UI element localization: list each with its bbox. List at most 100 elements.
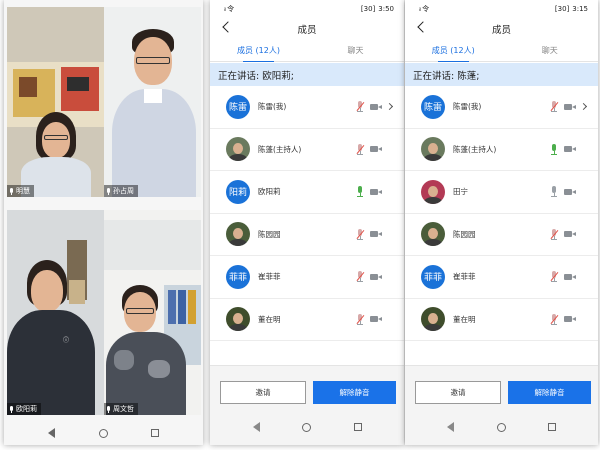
title-bar: 成员 <box>210 18 404 40</box>
battery-level: [30] <box>554 5 570 13</box>
recents-nav-icon[interactable] <box>547 423 556 431</box>
chevron-right-icon[interactable] <box>579 102 588 111</box>
back-arrow-icon[interactable] <box>417 21 429 33</box>
page-title: 成员 <box>491 25 511 36</box>
microphone-icon[interactable] <box>550 186 558 198</box>
camera-icon[interactable] <box>370 188 382 196</box>
back-nav-icon[interactable] <box>47 428 55 438</box>
muted-microphone-icon[interactable] <box>550 271 558 283</box>
muted-microphone-icon[interactable] <box>550 101 558 113</box>
video-tile[interactable]: ⓘ 欧阳莉 <box>7 210 104 415</box>
home-nav-icon[interactable] <box>98 428 108 438</box>
member-row[interactable]: 陈蓬(主持人) <box>210 129 404 171</box>
member-row[interactable]: 菲菲 崔菲菲 <box>210 256 404 299</box>
member-row[interactable]: 田宁 <box>405 171 598 214</box>
signal-icon: ᵢₗ 令 <box>224 5 234 13</box>
camera-icon[interactable] <box>370 230 382 238</box>
microphone-icon[interactable] <box>550 143 558 155</box>
member-row[interactable]: 董在明 <box>210 299 404 341</box>
chevron-right-icon[interactable] <box>385 102 394 111</box>
member-row[interactable]: 董在明 <box>405 299 598 341</box>
avatar <box>226 137 250 162</box>
tab-bar: 成员 (12人) 聊天 <box>405 40 598 62</box>
unmute-all-button[interactable]: 解除静音 <box>313 381 396 404</box>
camera-icon[interactable] <box>564 103 576 111</box>
members-screen: ᵢₗ 令 [30] 3:15 成员成员 (12人) 聊天 正在讲话: 陈蓬; 陈雷 陈雷(我)… <box>405 0 598 445</box>
member-name: 陈园园 <box>258 229 281 239</box>
muted-microphone-icon[interactable] <box>550 313 558 325</box>
camera-icon[interactable] <box>370 145 382 153</box>
camera-icon[interactable] <box>370 315 382 323</box>
participant-label: 欧阳莉 <box>7 403 41 415</box>
camera-icon[interactable] <box>564 145 576 153</box>
member-row[interactable]: 陈园园 <box>405 214 598 256</box>
home-nav-icon[interactable] <box>496 422 506 432</box>
video-tile[interactable]: 明慧 <box>7 7 104 197</box>
avatar <box>421 137 445 162</box>
microphone-icon <box>106 405 111 413</box>
tab-members[interactable]: 成员 (12人) <box>405 40 502 62</box>
muted-microphone-icon[interactable] <box>356 271 364 283</box>
speaking-indicator: 正在讲话: 欧阳莉; <box>210 63 404 86</box>
member-name: 陈雷(我) <box>258 102 287 112</box>
status-time: 3:15 <box>572 5 588 13</box>
recents-nav-icon[interactable] <box>151 429 160 437</box>
member-row[interactable]: 陈蓬(主持人) <box>405 129 598 171</box>
muted-microphone-icon[interactable] <box>356 228 364 240</box>
camera-icon[interactable] <box>370 273 382 281</box>
avatar <box>421 222 445 247</box>
member-name: 陈蓬(主持人) <box>258 144 302 154</box>
member-row[interactable]: 菲菲 崔菲菲 <box>405 256 598 299</box>
camera-icon[interactable] <box>564 315 576 323</box>
camera-icon[interactable] <box>564 230 576 238</box>
microphone-icon[interactable] <box>356 186 364 198</box>
muted-microphone-icon[interactable] <box>550 228 558 240</box>
avatar: 陈雷 <box>226 94 250 119</box>
back-arrow-icon[interactable] <box>222 21 234 33</box>
participant-label: 孙占周 <box>104 185 138 197</box>
tab-members[interactable]: 成员 (12人) <box>210 40 307 62</box>
muted-microphone-icon[interactable] <box>356 101 364 113</box>
avatar <box>226 222 250 247</box>
microphone-icon <box>9 187 14 195</box>
recents-nav-icon[interactable] <box>353 423 362 431</box>
avatar: 陈雷 <box>421 94 445 119</box>
avatar <box>421 307 445 332</box>
member-name: 田宁 <box>453 187 468 197</box>
microphone-icon <box>106 187 111 195</box>
participant-name: 孙占周 <box>113 187 134 195</box>
home-nav-icon[interactable] <box>302 422 311 432</box>
video-tile[interactable]: 周文哲 <box>104 210 201 415</box>
avatar <box>421 179 445 204</box>
camera-icon[interactable] <box>564 273 576 281</box>
avatar: 菲菲 <box>226 264 250 289</box>
unmute-all-button[interactable]: 解除静音 <box>508 381 591 404</box>
video-tile[interactable]: 孙占周 <box>104 7 201 197</box>
back-nav-icon[interactable] <box>447 422 455 432</box>
system-nav-bar <box>210 417 404 437</box>
invite-button[interactable]: 邀请 <box>415 381 501 404</box>
tab-chat[interactable]: 聊天 <box>502 40 599 61</box>
camera-icon[interactable] <box>564 188 576 196</box>
avatar <box>226 307 250 332</box>
member-row[interactable]: 阳莉 欧阳莉 <box>210 171 404 214</box>
back-nav-icon[interactable] <box>252 422 260 432</box>
invite-button[interactable]: 邀请 <box>220 381 306 404</box>
member-name: 董在明 <box>258 314 281 324</box>
title-bar: 成员 <box>405 18 598 40</box>
bottom-action-area: 邀请 解除静音 <box>210 365 404 445</box>
signal-icon: ᵢₗ 令 <box>419 5 429 13</box>
tab-chat[interactable]: 聊天 <box>307 40 404 61</box>
member-row[interactable]: 陈园园 <box>210 214 404 256</box>
member-row[interactable]: 陈雷 陈雷(我) <box>405 86 598 129</box>
muted-microphone-icon[interactable] <box>356 143 364 155</box>
member-name: 崔菲菲 <box>453 272 476 282</box>
participant-name: 明慧 <box>16 187 30 195</box>
participant-label: 明慧 <box>7 185 34 197</box>
camera-icon[interactable] <box>370 103 382 111</box>
member-row[interactable]: 陈雷 陈雷(我) <box>210 86 404 129</box>
bottom-action-area: 邀请 解除静音 <box>405 365 598 445</box>
speaking-indicator: 正在讲话: 陈蓬; <box>405 63 598 86</box>
muted-microphone-icon[interactable] <box>356 313 364 325</box>
participant-label: 周文哲 <box>104 403 138 415</box>
